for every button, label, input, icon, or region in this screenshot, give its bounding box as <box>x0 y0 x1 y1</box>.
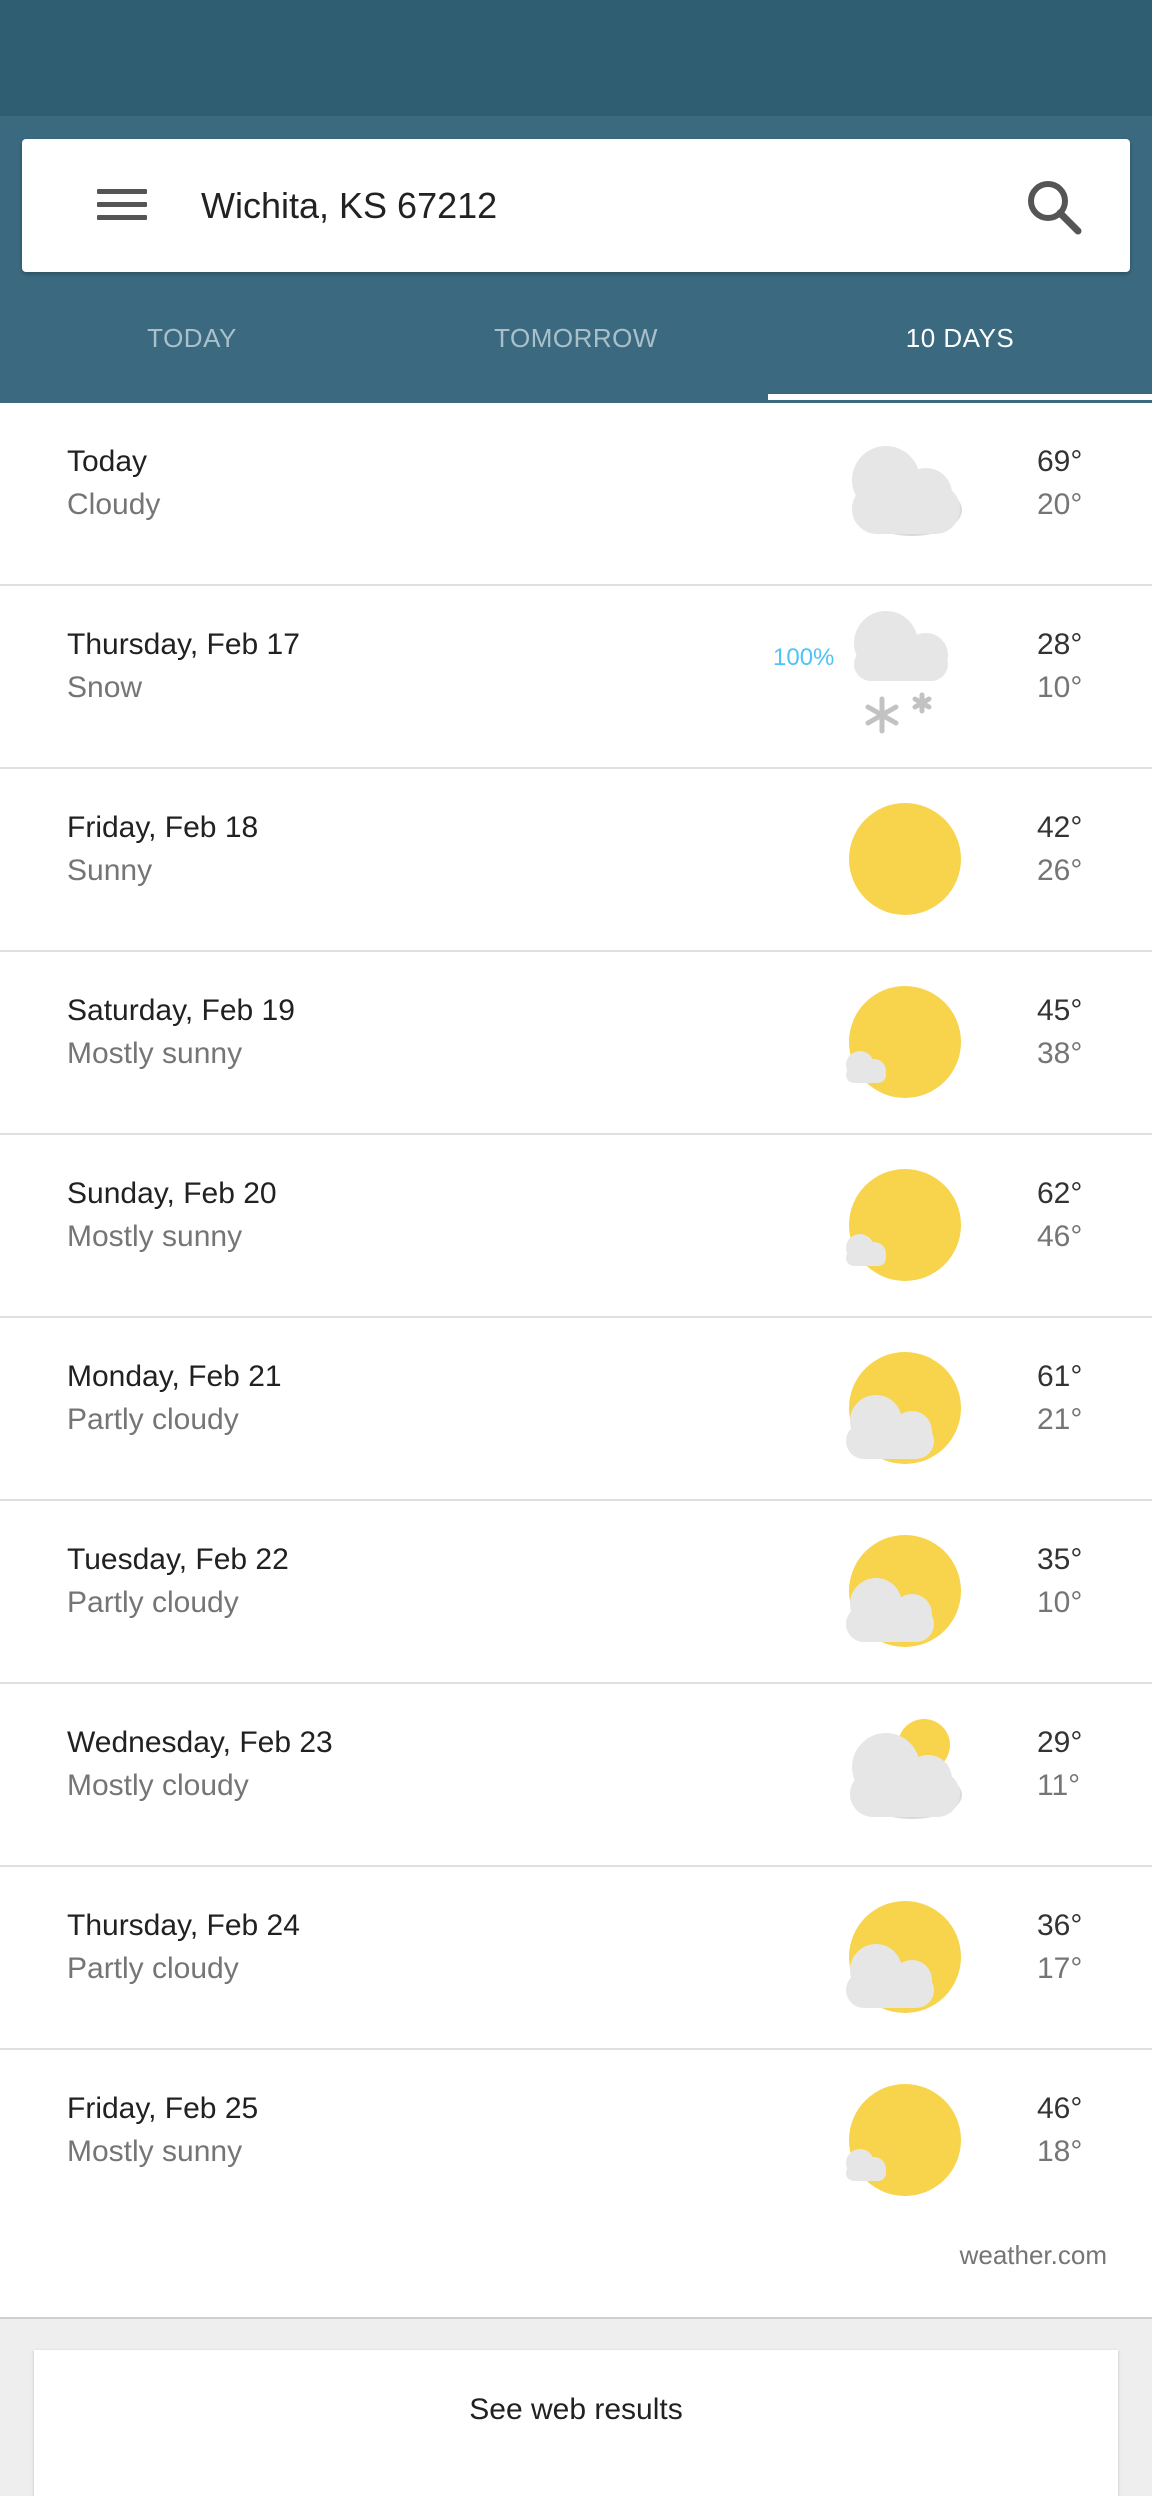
forecast-row[interactable]: Tuesday, Feb 22 Partly cloudy 35° 10° <box>0 1501 1152 1684</box>
status-bar <box>0 0 1152 116</box>
partly-cloudy-icon <box>846 1535 961 1647</box>
mostly-cloudy-icon <box>850 1719 962 1819</box>
low-temp: 46° <box>1037 1220 1083 1253</box>
condition-label: Mostly cloudy <box>67 1769 249 1802</box>
high-temp: 36° <box>1037 1909 1083 1942</box>
active-tab-indicator <box>768 394 1152 400</box>
condition-label: Partly cloudy <box>67 1403 239 1436</box>
forecast-row[interactable]: Wednesday, Feb 23 Mostly cloudy 29° 11° <box>0 1684 1152 1867</box>
high-temp: 61° <box>1037 1360 1083 1393</box>
low-temp: 10° <box>1037 1586 1083 1619</box>
search-input[interactable]: Wichita, KS 67212 <box>201 139 497 272</box>
day-label: Friday, Feb 18 <box>67 811 259 844</box>
low-temp: 18° <box>1037 2135 1083 2168</box>
day-label: Thursday, Feb 17 <box>67 628 300 661</box>
forecast-row[interactable]: Saturday, Feb 19 Mostly sunny 45° 38° <box>0 952 1152 1135</box>
low-temp: 17° <box>1037 1952 1083 1985</box>
low-temp: 11° <box>1037 1769 1081 1802</box>
high-temp: 42° <box>1037 811 1083 844</box>
condition-label: Mostly sunny <box>67 2135 243 2168</box>
sunny-icon <box>849 803 961 915</box>
high-temp: 62° <box>1037 1177 1083 1210</box>
forecast-row[interactable]: Thursday, Feb 17 Snow 100% 28° 10° <box>0 586 1152 769</box>
low-temp: 38° <box>1037 1037 1083 1070</box>
mostly-sunny-icon <box>846 986 961 1098</box>
snow-icon <box>854 611 948 734</box>
mostly-sunny-icon <box>846 2084 961 2196</box>
high-temp: 45° <box>1037 994 1083 1027</box>
forecast-row[interactable]: Monday, Feb 21 Partly cloudy 61° 21° <box>0 1318 1152 1501</box>
day-label: Saturday, Feb 19 <box>67 994 295 1027</box>
forecast-row[interactable]: Friday, Feb 25 Mostly sunny 46° 18° <box>0 2050 1152 2231</box>
condition-label: Cloudy <box>67 488 161 521</box>
see-web-results-button[interactable]: See web results <box>34 2350 1118 2496</box>
condition-label: Mostly sunny <box>67 1220 243 1253</box>
low-temp: 26° <box>1037 854 1083 887</box>
mostly-sunny-icon <box>846 1169 961 1281</box>
low-temp: 20° <box>1037 488 1083 521</box>
forecast-row[interactable]: Thursday, Feb 24 Partly cloudy 36° 17° <box>0 1867 1152 2050</box>
day-label: Thursday, Feb 24 <box>67 1909 300 1942</box>
condition-label: Sunny <box>67 854 153 887</box>
high-temp: 35° <box>1037 1543 1083 1576</box>
condition-label: Mostly sunny <box>67 1037 243 1070</box>
condition-label: Snow <box>67 671 143 704</box>
day-label: Wednesday, Feb 23 <box>67 1726 333 1759</box>
tab-10-days[interactable]: 10 DAYS <box>768 290 1152 400</box>
day-label: Tuesday, Feb 22 <box>67 1543 289 1576</box>
partly-cloudy-icon <box>846 1352 961 1464</box>
day-label: Sunday, Feb 20 <box>67 1177 277 1210</box>
condition-label: Partly cloudy <box>67 1586 239 1619</box>
forecast-row[interactable]: Friday, Feb 18 Sunny 42° 26° <box>0 769 1152 952</box>
high-temp: 46° <box>1037 2092 1083 2125</box>
low-temp: 21° <box>1037 1403 1083 1436</box>
high-temp: 28° <box>1037 628 1083 661</box>
low-temp: 10° <box>1037 671 1083 704</box>
forecast-row[interactable]: Sunday, Feb 20 Mostly sunny 62° 46° <box>0 1135 1152 1318</box>
day-label: Monday, Feb 21 <box>67 1360 282 1393</box>
search-icon[interactable] <box>1022 175 1086 239</box>
condition-label: Partly cloudy <box>67 1952 239 1985</box>
partly-cloudy-icon <box>846 1901 961 2013</box>
high-temp: 69° <box>1037 445 1083 478</box>
day-label: Friday, Feb 25 <box>67 2092 259 2125</box>
menu-icon[interactable] <box>74 179 147 231</box>
search-bar[interactable]: Wichita, KS 67212 <box>22 139 1130 272</box>
forecast-row[interactable]: Today Cloudy 69° 20° <box>0 403 1152 586</box>
precip-chance: 100% <box>773 644 835 671</box>
high-temp: 29° <box>1037 1726 1083 1759</box>
forecast-tabs: TODAY TOMORROW 10 DAYS <box>0 290 1152 400</box>
cloudy-icon <box>852 446 962 536</box>
tab-today[interactable]: TODAY <box>0 290 384 400</box>
tab-tomorrow[interactable]: TOMORROW <box>384 290 768 400</box>
forecast-list: Today Cloudy 69° 20° Thursday, Feb 17 Snow 100… <box>0 403 1152 2231</box>
day-label: Today <box>67 445 148 478</box>
source-link[interactable]: weather.com <box>960 2240 1107 2271</box>
